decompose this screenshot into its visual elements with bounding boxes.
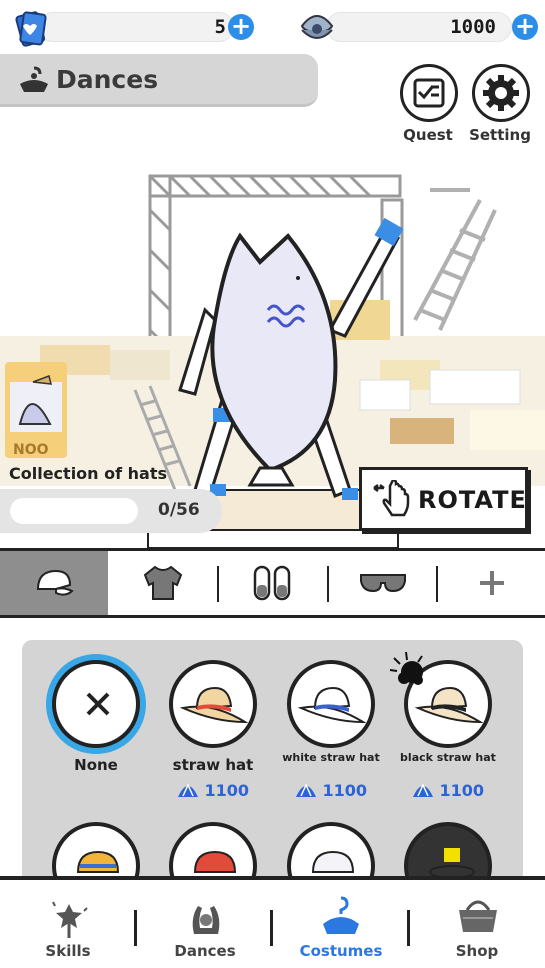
rotate-button[interactable]: ROTATE bbox=[359, 467, 528, 531]
add-tickets-button[interactable]: + bbox=[228, 14, 254, 40]
magic-wand-icon bbox=[52, 901, 88, 938]
item-name: black straw hat bbox=[400, 751, 496, 764]
hand-swipe-icon bbox=[373, 480, 410, 517]
collection-title: Collection of hats bbox=[9, 464, 168, 483]
item-price: 1100 bbox=[158, 781, 268, 800]
costume-category-bar bbox=[0, 548, 545, 618]
nav-dances[interactable]: Dances bbox=[150, 884, 260, 968]
nav-skills[interactable]: Skills bbox=[13, 884, 123, 968]
gear-icon bbox=[483, 75, 519, 111]
ticket-icon bbox=[15, 11, 47, 47]
ticket-counter: 5 + bbox=[10, 8, 260, 47]
nav-shop[interactable]: Shop bbox=[422, 884, 532, 968]
nav-costumes[interactable]: Costumes bbox=[286, 884, 396, 968]
nav-label: Dances bbox=[174, 942, 236, 960]
item-price: 1100 bbox=[276, 781, 386, 800]
svg-text:NOO: NOO bbox=[13, 442, 49, 458]
ticket-count: 5 bbox=[214, 16, 226, 38]
tab-glasses[interactable] bbox=[329, 551, 437, 615]
setting-label: Setting bbox=[469, 126, 531, 144]
x-icon bbox=[86, 692, 110, 716]
item-name: None bbox=[74, 756, 118, 774]
shell-counter: 1000 + bbox=[298, 8, 543, 46]
dances-section-tab[interactable]: Dances bbox=[0, 54, 318, 107]
nav-label: Costumes bbox=[299, 942, 383, 960]
white-straw-hat-icon bbox=[297, 686, 367, 724]
shell-icon bbox=[295, 783, 316, 797]
nav-divider bbox=[270, 910, 273, 946]
rotate-label: ROTATE bbox=[418, 486, 527, 514]
add-shells-button[interactable]: + bbox=[512, 14, 538, 40]
oyster-pearl-icon bbox=[300, 15, 334, 39]
item-name: white straw hat bbox=[282, 751, 380, 764]
nav-divider bbox=[407, 910, 410, 946]
shopping-basket-icon bbox=[459, 900, 497, 932]
sneakers-icon bbox=[253, 565, 291, 601]
hanger-icon bbox=[323, 896, 359, 934]
section-title: Dances bbox=[56, 65, 159, 94]
shell-count: 1000 bbox=[450, 16, 496, 38]
bottom-nav: Skills Dances Costumes Shop bbox=[0, 876, 545, 968]
quest-label: Quest bbox=[403, 126, 453, 144]
collection-progress-bar bbox=[10, 498, 138, 524]
item-price: 1100 bbox=[393, 781, 503, 800]
hat-collection-thumbnail[interactable]: NOO bbox=[5, 362, 69, 460]
dance-hands-icon bbox=[192, 906, 220, 934]
tab-more[interactable] bbox=[438, 551, 545, 615]
collection-progress-count: 0/56 bbox=[158, 500, 200, 520]
item-white-straw-hat[interactable] bbox=[287, 660, 375, 748]
quest-button[interactable] bbox=[400, 64, 458, 122]
plus-icon bbox=[480, 571, 504, 595]
cap-icon bbox=[36, 569, 74, 596]
tab-tops[interactable] bbox=[109, 551, 217, 615]
ink-splat-icon bbox=[389, 651, 423, 685]
straw-hat-icon bbox=[179, 686, 249, 724]
sunglasses-icon bbox=[360, 574, 406, 593]
checklist-icon bbox=[413, 78, 445, 108]
nav-divider bbox=[134, 910, 137, 946]
item-straw-hat[interactable] bbox=[169, 660, 257, 748]
shell-icon bbox=[177, 783, 198, 797]
tab-shoes[interactable] bbox=[219, 551, 327, 615]
shell-icon bbox=[412, 783, 433, 797]
nav-label: Shop bbox=[455, 942, 499, 960]
item-none[interactable] bbox=[52, 660, 140, 748]
dance-pole-icon bbox=[20, 66, 48, 92]
nav-label: Skills bbox=[45, 942, 91, 960]
setting-button[interactable] bbox=[472, 64, 530, 122]
tab-hats[interactable] bbox=[0, 551, 108, 615]
item-name: straw hat bbox=[172, 756, 254, 774]
sweater-icon bbox=[143, 565, 183, 600]
